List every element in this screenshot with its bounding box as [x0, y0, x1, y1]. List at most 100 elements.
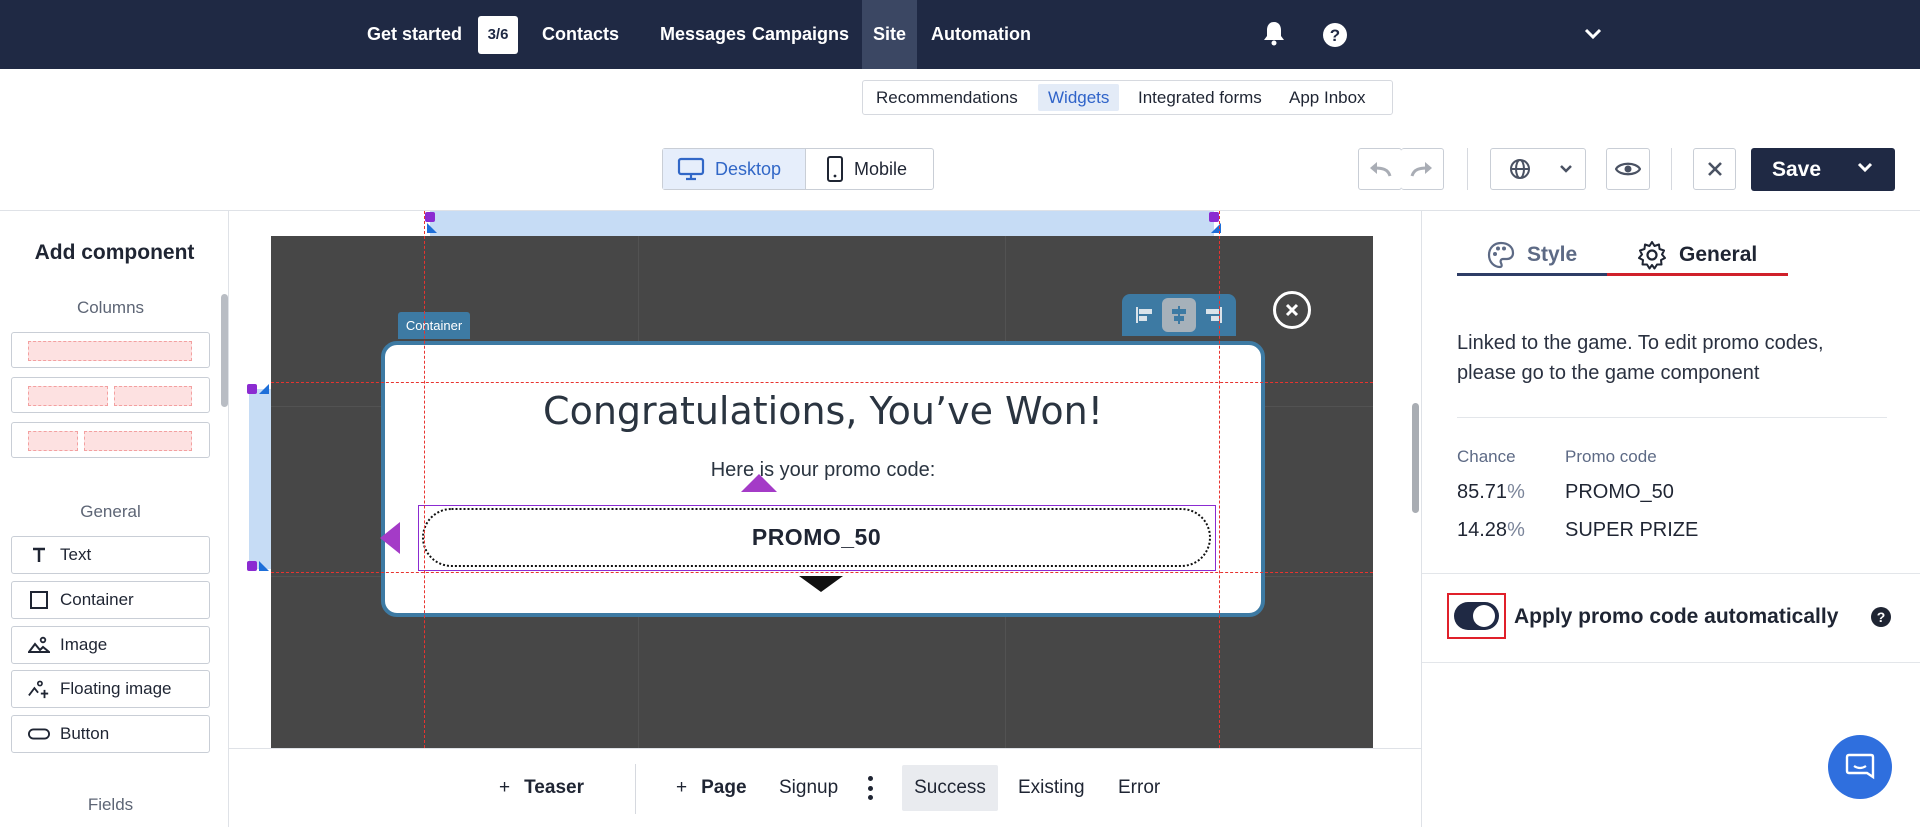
device-toggle: Desktop Mobile: [662, 148, 934, 190]
resize-handle[interactable]: [1209, 212, 1219, 222]
nav-get-started[interactable]: Get started: [367, 0, 462, 69]
save-options-chevron-down-icon[interactable]: [1857, 162, 1873, 174]
apply-promo-toggle[interactable]: [1454, 602, 1499, 630]
component-text[interactable]: Text: [11, 536, 210, 574]
nav-messages[interactable]: Messages: [660, 0, 746, 69]
support-chat-icon[interactable]: [1828, 735, 1892, 799]
nav-site[interactable]: Site: [862, 0, 918, 69]
promo-code-selection[interactable]: PROMO_50: [418, 505, 1216, 571]
column-layout-two[interactable]: [11, 377, 210, 413]
desktop-view-button[interactable]: Desktop: [663, 149, 806, 189]
mobile-label: Mobile: [854, 158, 908, 179]
nav-campaigns[interactable]: Campaigns: [752, 0, 849, 69]
language-select[interactable]: [1490, 148, 1586, 190]
sidebar-title: Add component: [34, 241, 195, 264]
account-menu-chevron-down-icon[interactable]: [1584, 27, 1602, 45]
close-editor-button[interactable]: [1693, 148, 1736, 190]
redo-button[interactable]: [1401, 148, 1444, 190]
desktop-label: Desktop: [715, 158, 782, 179]
onboarding-progress-badge[interactable]: 3/6: [478, 16, 518, 54]
step-teaser[interactable]: + Teaser: [488, 765, 595, 811]
image-icon: [28, 636, 50, 654]
resize-handle[interactable]: [247, 561, 257, 571]
subtab-integrated-forms[interactable]: Integrated forms: [1128, 84, 1272, 111]
add-icon: +: [499, 777, 511, 798]
component-container[interactable]: Container: [11, 581, 210, 619]
gear-icon: [1638, 241, 1666, 270]
popup-subtitle[interactable]: Here is your promo code:: [385, 459, 1261, 482]
top-navigation: Get started 3/6 Contacts Messages Campai…: [0, 0, 1920, 69]
tab-style-label: Style: [1527, 243, 1578, 266]
redo-icon: [1410, 162, 1432, 177]
popup-close-icon[interactable]: [1273, 291, 1311, 329]
move-up-arrow-icon[interactable]: [741, 474, 777, 492]
nav-automation[interactable]: Automation: [931, 0, 1031, 69]
resize-handle[interactable]: [247, 384, 257, 394]
promo-code-field[interactable]: PROMO_50: [422, 508, 1211, 567]
step-options-kebab-icon[interactable]: [867, 776, 873, 800]
text-icon: [28, 547, 50, 563]
undo-button[interactable]: [1358, 148, 1402, 190]
align-right-icon[interactable]: [1197, 298, 1231, 332]
sidebar-scrollbar[interactable]: [221, 294, 228, 407]
step-page-label: Page: [701, 777, 747, 798]
component-button-label: Button: [60, 724, 110, 743]
alignment-guide: [271, 382, 1373, 383]
container-label-tag[interactable]: Container: [398, 312, 470, 339]
help-icon[interactable]: ?: [1322, 22, 1348, 53]
subtab-recommendations[interactable]: Recommendations: [866, 84, 1028, 111]
preview-button[interactable]: [1606, 148, 1650, 190]
step-teaser-label: Teaser: [524, 777, 584, 798]
site-subtabs: Recommendations Widgets Integrated forms…: [862, 80, 1393, 115]
widget-steps-bar: + Teaser + Page Signup Success Existing Er…: [229, 748, 1421, 827]
component-floating-image[interactable]: Floating image: [11, 670, 210, 708]
step-error[interactable]: Error: [1107, 765, 1171, 811]
tab-style[interactable]: Style: [1487, 237, 1577, 273]
resize-handle[interactable]: [259, 561, 269, 571]
component-image[interactable]: Image: [11, 626, 210, 664]
align-center-icon[interactable]: [1161, 298, 1196, 332]
component-button[interactable]: Button: [11, 715, 210, 753]
step-existing[interactable]: Existing: [1007, 765, 1096, 811]
chance-column-header: Chance: [1457, 447, 1516, 466]
subtab-widgets[interactable]: Widgets: [1038, 84, 1120, 111]
palette-icon: [1487, 241, 1515, 269]
tab-general[interactable]: General: [1637, 237, 1757, 273]
step-page[interactable]: + Page: [665, 765, 758, 811]
fields-section-label: Fields: [87, 795, 134, 814]
popup-title[interactable]: Congratulations, You’ve Won!: [385, 389, 1261, 433]
alignment-guide: [1219, 211, 1220, 748]
canvas-scrollbar[interactable]: [1412, 403, 1419, 513]
move-left-arrow-icon[interactable]: [380, 522, 400, 554]
mobile-view-button[interactable]: Mobile: [806, 149, 933, 189]
apply-promo-label: Apply promo code automatically: [1514, 605, 1839, 628]
selection-highlight-left: [249, 389, 271, 569]
column-layout-one[interactable]: [11, 332, 210, 368]
align-left-icon[interactable]: [1127, 298, 1161, 332]
resize-handle[interactable]: [259, 384, 269, 394]
column-layout-one-two[interactable]: [11, 422, 210, 458]
chevron-down-icon: [1560, 165, 1572, 173]
help-icon[interactable]: ?: [1871, 607, 1891, 627]
promo-code-column-header: Promo code: [1565, 447, 1657, 466]
promo-link-info: Linked to the game. To edit promo codes,…: [1457, 332, 1824, 384]
general-section-label: General: [80, 502, 141, 521]
alignment-guide: [271, 572, 1373, 573]
component-container-label: Container: [60, 590, 134, 609]
resize-handle[interactable]: [425, 212, 435, 222]
promo-code-value: PROMO_50: [1565, 481, 1674, 503]
step-signup[interactable]: Signup: [768, 765, 849, 811]
add-icon: +: [676, 777, 688, 798]
nav-contacts[interactable]: Contacts: [542, 0, 619, 69]
save-button[interactable]: Save: [1751, 148, 1895, 191]
component-image-label: Image: [60, 635, 108, 654]
editor-canvas: Congratulations, You’ve Won! Here is you…: [229, 211, 1421, 748]
move-down-arrow-icon[interactable]: [799, 576, 843, 597]
step-success[interactable]: Success: [902, 765, 998, 811]
resize-handle[interactable]: [427, 223, 437, 233]
eye-icon: [1615, 162, 1641, 176]
save-label: Save: [1772, 157, 1822, 181]
promo-code-value: SUPER PRIZE: [1565, 519, 1699, 541]
subtab-app-inbox[interactable]: App Inbox: [1279, 84, 1376, 111]
bell-icon[interactable]: [1262, 20, 1286, 51]
